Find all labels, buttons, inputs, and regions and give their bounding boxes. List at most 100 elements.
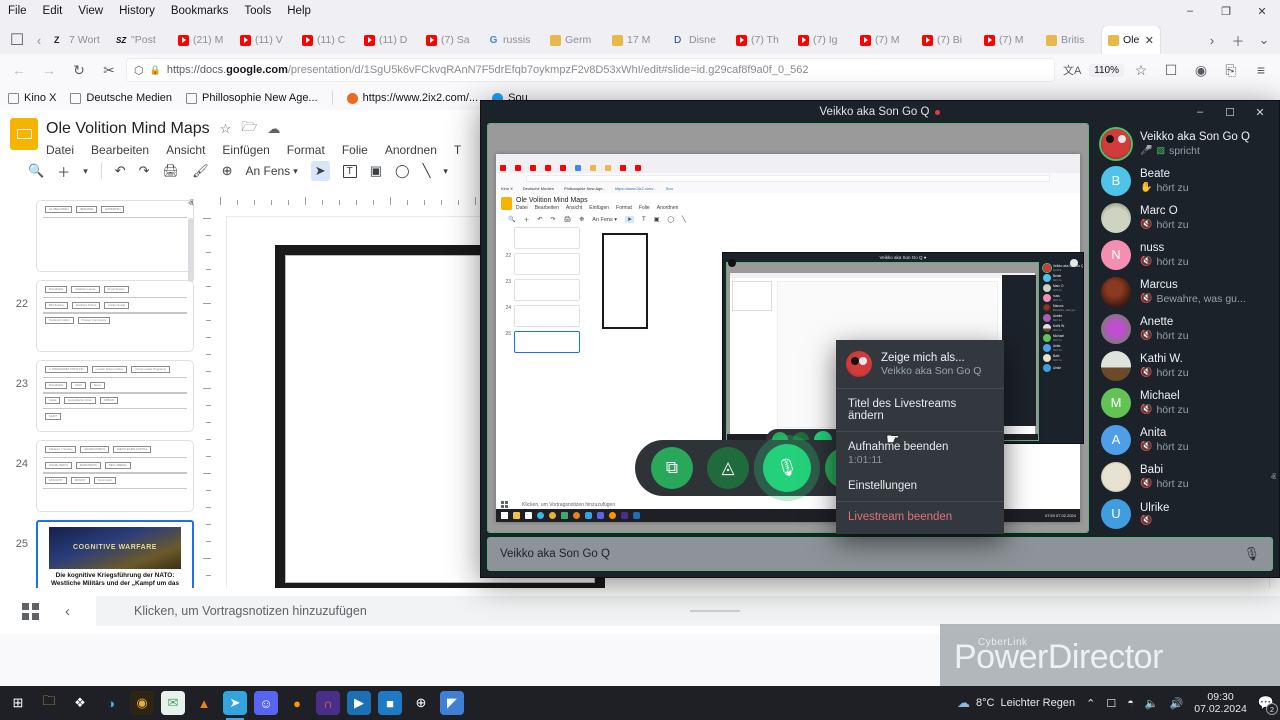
participant-row[interactable]: B Beate ✋ hört zu	[1093, 162, 1279, 199]
footer-microphone-icon[interactable]: 🎙	[1243, 546, 1260, 562]
participant-row[interactable]: Kathi W. 🔇 hört zu	[1093, 347, 1279, 384]
slides-menu-t[interactable]: T	[454, 143, 461, 157]
menu-help[interactable]: Help	[287, 5, 311, 17]
line-tool-icon[interactable]: ╲	[423, 163, 431, 179]
participant-row[interactable]: Marc O 🔇 hört zu	[1093, 199, 1279, 236]
weather-widget[interactable]: ☁ 8°C Leichter Regen	[957, 695, 1075, 711]
bookmark-item-0[interactable]: Kino X	[8, 92, 56, 104]
bookmark-star-icon[interactable]: ☆	[1128, 57, 1154, 83]
zoom-level-badge[interactable]: 110%	[1089, 64, 1124, 77]
bookmark-item-3[interactable]: https://www.2ix2.com/...	[347, 92, 479, 104]
account-icon[interactable]: ◉	[1188, 57, 1214, 83]
tab-close-icon[interactable]: ✕	[1145, 34, 1154, 47]
extensions-icon[interactable]: ⎘	[1218, 57, 1244, 83]
slide-thumbnail[interactable]: Roundtable Chatham House Royal Society Bild…	[36, 280, 194, 352]
volume-icon[interactable]: 🔊	[1170, 697, 1184, 710]
notification-center-button[interactable]: 💬 2	[1258, 695, 1274, 711]
telegram[interactable]: ➤	[223, 691, 247, 715]
bookmark-item-2[interactable]: Phillosophie New Age...	[186, 92, 318, 104]
microphone-button[interactable]: 🎙	[763, 444, 811, 492]
mail-app[interactable]: ✉	[161, 691, 185, 715]
menu-bookmarks[interactable]: Bookmarks	[171, 5, 229, 17]
context-menu-item-1[interactable]: Aufnahme beenden 1:01:11	[836, 434, 1004, 473]
browser-tab-1[interactable]: SZ "Post	[110, 26, 172, 54]
context-menu-item-2[interactable]: Einstellungen	[836, 473, 1004, 499]
media-player[interactable]: ▶	[347, 691, 371, 715]
new-slide-button[interactable]: ＋	[57, 162, 70, 181]
participant-row[interactable]: Anette 🔇 hört zu	[1093, 310, 1279, 347]
network-tray-icon[interactable]: ☐	[1106, 697, 1116, 710]
presentation-title[interactable]: Ole Volition Mind Maps	[46, 120, 210, 138]
context-menu-item-0[interactable]: Titel des Livestreams ändern	[836, 391, 1004, 429]
call-maximize-button[interactable]: ☐	[1215, 101, 1245, 123]
textbox-tool-icon[interactable]: T	[343, 165, 357, 178]
zoom-select[interactable]: An Fens ▾	[245, 164, 297, 178]
browser-tab-13[interactable]: (7) M	[854, 26, 916, 54]
move-to-folder-icon[interactable]: 🗁	[241, 118, 257, 140]
speaker-notes-field[interactable]: Klicken, um Vortragsnotizen hinzuzufügen	[96, 596, 1280, 626]
browser-tab-17[interactable]: Ole ✕	[1102, 26, 1160, 54]
star-icon[interactable]: ☆	[220, 121, 232, 137]
browser-tab-11[interactable]: (7) Th	[730, 26, 792, 54]
discord[interactable]: ☺	[254, 691, 278, 715]
filmstrip-row-partial[interactable]: GLOBALISTEN BERATER EXPERTEN	[0, 196, 200, 276]
microphone-tray-icon[interactable]: 🔈	[1145, 697, 1159, 710]
collapse-notes-icon[interactable]: ‹	[65, 603, 70, 620]
context-menu-user-header[interactable]: Zeige mich als... Veikko aka Son Go Q	[836, 344, 1004, 386]
translate-icon[interactable]: 文A	[1059, 57, 1085, 83]
microsoft-edge[interactable]: ◑	[99, 691, 123, 715]
slides-menu-format[interactable]: Format	[287, 143, 325, 157]
slides-menu-ansicht[interactable]: Ansicht	[166, 143, 205, 157]
new-tab-button[interactable]: ＋	[1226, 28, 1250, 52]
context-menu-item-3[interactable]: Livestream beenden	[836, 504, 1004, 530]
participant-row[interactable]: Marcus 🔇 Bewahre, was gu...	[1093, 273, 1279, 310]
new-slide-caret-icon[interactable]: ▾	[83, 166, 88, 177]
close-button[interactable]: ✕	[1244, 0, 1280, 22]
participant-row[interactable]: A Anita 🔇 hört zu	[1093, 421, 1279, 458]
paint-format-icon[interactable]: 🖌	[192, 163, 209, 179]
browser-tab-3[interactable]: (11) V	[234, 26, 296, 54]
address-bar[interactable]: ⬡ 🔒 https://docs.google.com/presentation…	[126, 58, 1055, 82]
browser-tab-0[interactable]: Z 7 Wort	[48, 26, 110, 54]
firefox[interactable]: ●	[285, 691, 309, 715]
filmstrip-scroll-thumb[interactable]	[188, 218, 194, 282]
slide-thumbnail[interactable]: 2. PROGRAMM STIFTUNG London School of Eco…	[36, 360, 194, 432]
menu-history[interactable]: History	[119, 5, 155, 17]
taskbar-clock[interactable]: 09:30 07.02.2024	[1194, 691, 1247, 715]
reader-mode-icon[interactable]: ☐	[1158, 57, 1184, 83]
zoom-icon[interactable]: ⊕	[222, 163, 233, 179]
filmstrip-row-25[interactable]: 25 COGNITIVE WARFARE Die kognitive Kriegsf…	[0, 516, 200, 596]
browser-tab-2[interactable]: (21) M	[172, 26, 234, 54]
filmstrip-scrollbar[interactable]: ⱏⱟ	[184, 194, 198, 634]
menu-edit[interactable]: Edit	[43, 5, 63, 17]
slide-thumbnail[interactable]: COGNITIVE WARFARE Die kognitive Kriegsfüh…	[36, 520, 194, 592]
store[interactable]: ■	[378, 691, 402, 715]
shape-tool-icon[interactable]: ◯	[395, 163, 410, 179]
grid-view-icon[interactable]	[22, 603, 39, 620]
reload-icon[interactable]: ↻	[66, 57, 92, 83]
minimize-button[interactable]: –	[1172, 0, 1208, 22]
slides-menu-einfügen[interactable]: Einfügen	[222, 143, 269, 157]
menu-file[interactable]: File	[8, 5, 27, 17]
menu-view[interactable]: View	[78, 5, 103, 17]
back-icon[interactable]: ←	[6, 57, 32, 83]
browser-tab-9[interactable]: 17 M	[606, 26, 668, 54]
start-button[interactable]: ⊞	[6, 691, 30, 715]
photo-editor[interactable]: ◤	[440, 691, 464, 715]
browser-tab-8[interactable]: Germ	[544, 26, 606, 54]
participant-row[interactable]: Veikko aka Son Go Q 🎤 ▧ spricht	[1093, 125, 1279, 162]
headphones-app[interactable]: ∩	[316, 691, 340, 715]
participant-row[interactable]: M Michael 🔇 hört zu	[1093, 384, 1279, 421]
slide-thumbnail[interactable]: Fabianer = Society ANARCHISMUS WESTLICHES …	[36, 440, 194, 512]
bookmark-item-1[interactable]: Deutsche Medien	[70, 92, 172, 104]
slides-menu-folie[interactable]: Folie	[342, 143, 368, 157]
search-icon[interactable]: 🔍	[28, 163, 44, 179]
filmstrip-row-24[interactable]: 24 Fabianer = Society ANARCHISMUS WESTLICHE…	[0, 436, 200, 516]
screen-share-button[interactable]: ⧉	[651, 447, 693, 489]
dropbox[interactable]: ❖	[68, 691, 92, 715]
audio-app[interactable]: ◉	[130, 691, 154, 715]
browser-tab-7[interactable]: Grussis	[482, 26, 544, 54]
utorrent[interactable]: ⊕	[409, 691, 433, 715]
slides-menu-bearbeiten[interactable]: Bearbeiten	[91, 143, 149, 157]
scroll-tabs-left-icon[interactable]: ‹	[30, 26, 48, 54]
